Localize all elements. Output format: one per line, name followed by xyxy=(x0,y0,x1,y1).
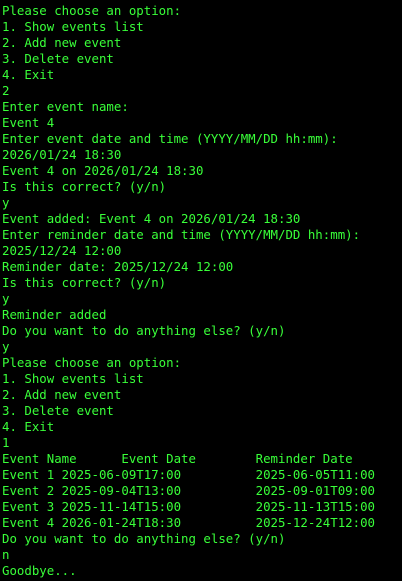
event-summary: Event 4 on 2026/01/24 18:30 xyxy=(2,163,204,178)
menu-option-delete-event: 3. Delete event xyxy=(2,403,114,418)
user-input-confirm: y xyxy=(2,195,10,210)
user-input-reminder-date: 2025/12/24 12:00 xyxy=(2,243,122,258)
terminal-window[interactable]: Please choose an option: 1. Show events … xyxy=(0,0,402,581)
events-table-row: Event 2 2025-09-04T13:00 2025-09-01T09:0… xyxy=(2,483,375,498)
user-input-continue: n xyxy=(2,547,10,562)
reminder-summary: Reminder date: 2025/12/24 12:00 xyxy=(2,259,234,274)
menu-option-exit: 4. Exit xyxy=(2,419,55,434)
confirm-prompt: Is this correct? (y/n) xyxy=(2,179,167,194)
menu-prompt: Please choose an option: xyxy=(2,3,182,18)
confirm-prompt: Is this correct? (y/n) xyxy=(2,275,167,290)
user-input-confirm: y xyxy=(2,291,10,306)
user-input-event-date: 2026/01/24 18:30 xyxy=(2,147,122,162)
menu-option-exit: 4. Exit xyxy=(2,67,55,82)
event-date-prompt: Enter event date and time (YYYY/MM/DD hh… xyxy=(2,131,338,146)
menu-prompt: Please choose an option: xyxy=(2,355,182,370)
menu-option-add-event: 2. Add new event xyxy=(2,35,122,50)
menu-option-delete-event: 3. Delete event xyxy=(2,51,114,66)
user-input-continue: y xyxy=(2,339,10,354)
events-table-row: Event 4 2026-01-24T18:30 2025-12-24T12:0… xyxy=(2,515,375,530)
menu-option-show-events: 1. Show events list xyxy=(2,19,144,34)
goodbye-message: Goodbye... xyxy=(2,563,77,578)
events-table-row: Event 3 2025-11-14T15:00 2025-11-13T15:0… xyxy=(2,499,375,514)
reminder-date-prompt: Enter reminder date and time (YYYY/MM/DD… xyxy=(2,227,361,242)
reminder-added-message: Reminder added xyxy=(2,307,107,322)
events-table-header: Event Name Event Date Reminder Date xyxy=(2,451,353,466)
continue-prompt: Do you want to do anything else? (y/n) xyxy=(2,531,286,546)
user-input-event-name: Event 4 xyxy=(2,115,55,130)
menu-option-add-event: 2. Add new event xyxy=(2,387,122,402)
user-input-choice: 1 xyxy=(2,435,10,450)
events-table-row: Event 1 2025-06-09T17:00 2025-06-05T11:0… xyxy=(2,467,375,482)
event-name-prompt: Enter event name: xyxy=(2,99,129,114)
user-input-choice: 2 xyxy=(2,83,10,98)
continue-prompt: Do you want to do anything else? (y/n) xyxy=(2,323,286,338)
menu-option-show-events: 1. Show events list xyxy=(2,371,144,386)
event-added-message: Event added: Event 4 on 2026/01/24 18:30 xyxy=(2,211,301,226)
